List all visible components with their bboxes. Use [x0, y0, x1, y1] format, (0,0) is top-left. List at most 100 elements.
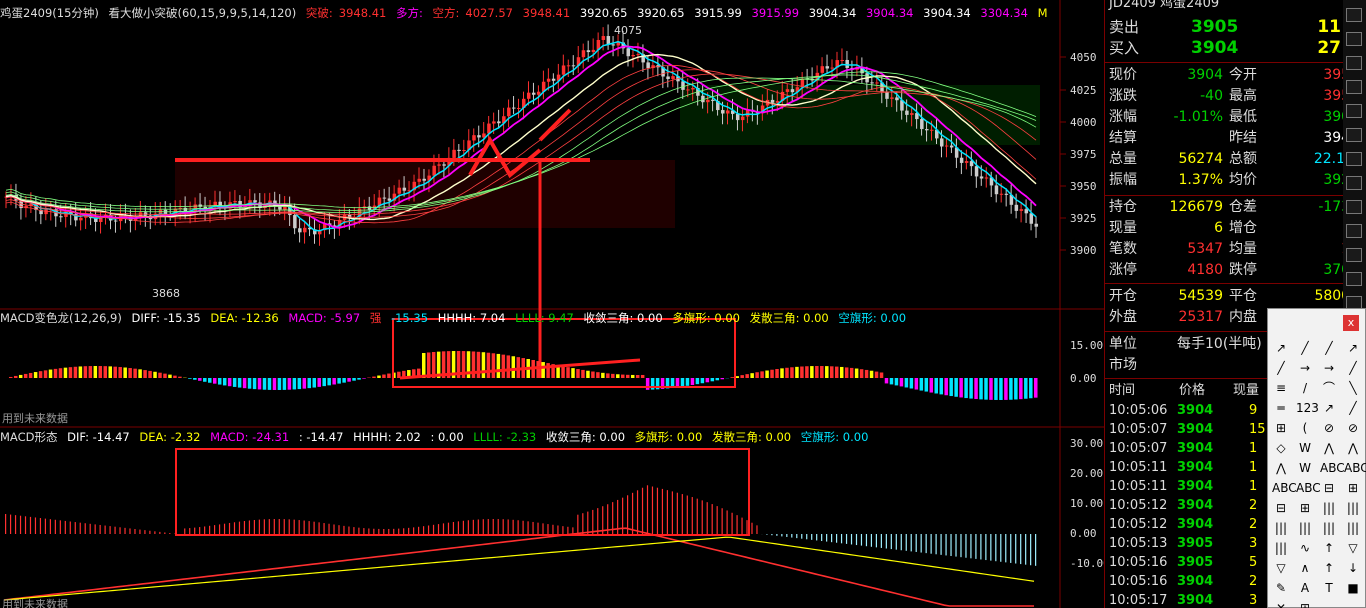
quote-label: 现价 — [1109, 67, 1137, 83]
macd2-bar — [104, 525, 106, 534]
side-tool-icon[interactable] — [1346, 80, 1362, 94]
drawing-tool-icon[interactable]: ⋀ — [1272, 459, 1290, 477]
drawing-tool-icon[interactable]: → — [1320, 359, 1338, 377]
tick-qty: 1 — [1249, 460, 1258, 475]
drawing-tool-icon[interactable]: ||| — [1320, 519, 1338, 537]
macd2-bar — [587, 511, 589, 534]
side-tool-icon[interactable] — [1346, 200, 1362, 214]
drawing-tool-icon[interactable]: ||| — [1272, 519, 1290, 537]
drawing-tool-icon[interactable]: ↑ — [1320, 559, 1338, 577]
y-tick: 3975 — [1070, 148, 1097, 161]
side-tool-icon[interactable] — [1346, 272, 1362, 286]
drawing-tool-icon[interactable]: ⊞ — [1272, 419, 1290, 437]
drawing-tool-icon[interactable]: ⊟ — [1272, 499, 1290, 517]
drawing-tool-icon[interactable]: ||| — [1320, 499, 1338, 517]
drawing-tool-icon[interactable]: ╱ — [1296, 339, 1314, 357]
drawing-tool-icon[interactable]: ⋀ — [1344, 439, 1362, 457]
macd2-bar — [900, 534, 902, 551]
drawing-tool-icon[interactable]: ⊞ — [1296, 599, 1314, 608]
macd1-bar — [193, 378, 197, 380]
macd2-bar — [149, 530, 151, 534]
drawing-tool-icon[interactable]: ⊘ — [1320, 419, 1338, 437]
drawing-tool-icon[interactable]: 123 — [1296, 399, 1319, 417]
macd2-bar — [492, 519, 494, 534]
drawing-tool-icon[interactable]: ↓ — [1344, 559, 1362, 577]
side-tool-icon[interactable] — [1346, 104, 1362, 118]
macd1-bar — [153, 371, 157, 378]
drawing-tool-icon[interactable]: ▽ — [1344, 539, 1362, 557]
drawing-tool-icon[interactable]: ABC — [1320, 459, 1345, 477]
drawing-tool-icon[interactable]: ABC — [1296, 479, 1321, 497]
drawing-tool-icon[interactable]: ↑ — [1320, 539, 1338, 557]
drawing-tool-icon[interactable]: ↗ — [1344, 339, 1362, 357]
drawing-tool-icon[interactable]: ∿ — [1296, 539, 1314, 557]
side-tool-icon[interactable] — [1346, 152, 1362, 166]
macd2-bar — [472, 519, 474, 534]
drawing-tool-icon[interactable]: ||| — [1296, 519, 1314, 537]
side-tool-icon[interactable] — [1346, 224, 1362, 238]
side-tool-icon[interactable] — [1346, 248, 1362, 262]
drawing-tool-icon[interactable]: ╱ — [1272, 359, 1290, 377]
macd2-bar — [1005, 534, 1007, 563]
side-tool-icon[interactable] — [1346, 32, 1362, 46]
drawing-tool-icon[interactable]: ◇ — [1272, 439, 1290, 457]
drawing-tool-icon[interactable]: ╲ — [1344, 379, 1362, 397]
quote-label-2: 总额 — [1229, 151, 1257, 167]
side-tool-icon[interactable] — [1346, 176, 1362, 190]
drawing-tool-icon[interactable]: ⊞ — [1344, 479, 1362, 497]
kline-chart-svg[interactable] — [0, 0, 1104, 608]
close-icon[interactable]: x — [1343, 315, 1359, 331]
drawing-tool-icon[interactable]: ↗ — [1272, 339, 1290, 357]
drawing-tool-icon[interactable]: ||| — [1344, 499, 1362, 517]
macd2-bar — [9, 514, 12, 534]
drawing-tool-icon[interactable]: W — [1296, 459, 1314, 477]
side-tool-icon[interactable] — [1346, 8, 1362, 22]
drawing-tool-icon[interactable]: ( — [1296, 419, 1314, 437]
drawing-tool-icon[interactable]: / — [1296, 379, 1314, 397]
candle-body — [1029, 213, 1034, 224]
macd1-bar — [212, 378, 217, 384]
drawing-tool-icon[interactable]: ⊞ — [1296, 499, 1314, 517]
drawing-tool-icon[interactable]: ⋀ — [1320, 439, 1338, 457]
drawing-tool-icon[interactable]: ABC — [1344, 459, 1366, 477]
drawing-tool-icon[interactable]: ||| — [1272, 539, 1290, 557]
candle-body — [999, 193, 1004, 195]
drawing-tool-icon[interactable]: ╱ — [1344, 359, 1362, 377]
drawing-tool-icon[interactable]: ⊘ — [1344, 419, 1362, 437]
candle-body — [949, 145, 954, 148]
tick-time: 10:05:12 — [1109, 517, 1168, 532]
candle-body — [636, 54, 640, 56]
drawing-tool-icon[interactable]: ✎ — [1272, 579, 1290, 597]
drawing-tool-icon[interactable]: ≡ — [1272, 379, 1290, 397]
drawing-tool-icon[interactable]: ||| — [1344, 519, 1362, 537]
macd1-bar — [815, 366, 819, 378]
drawing-tool-icon[interactable]: ╱ — [1344, 399, 1362, 417]
side-tool-icon[interactable] — [1346, 56, 1362, 70]
drawing-tool-icon[interactable]: → — [1296, 359, 1314, 377]
macd1-bar — [73, 366, 78, 378]
drawing-tool-icon[interactable]: A — [1296, 579, 1314, 597]
macd2-llll: LLLL: -2.33 — [473, 430, 537, 444]
drawing-tool-icon[interactable]: ∧ — [1296, 559, 1314, 577]
drawing-tool-icon[interactable]: ABC — [1272, 479, 1297, 497]
macd1-bar — [222, 378, 227, 386]
drawing-tool-icon[interactable]: ▽ — [1272, 559, 1290, 577]
drawing-tool-icon[interactable]: ↗ — [1320, 399, 1338, 417]
drawing-tool-icon[interactable]: ═ — [1272, 399, 1290, 417]
macd2-bar — [955, 534, 957, 557]
drawing-tool-icon[interactable]: ⌒ — [1320, 379, 1338, 397]
macd2-bar — [542, 523, 544, 534]
macd2-bar — [124, 527, 126, 534]
drawing-tool-icon[interactable]: ■ — [1344, 579, 1362, 597]
macd2-bar — [960, 534, 962, 558]
drawing-tool-icon[interactable]: W — [1296, 439, 1314, 457]
sell-row[interactable]: 卖出 3905 11 — [1105, 16, 1366, 38]
drawing-tool-icon[interactable]: ⊟ — [1320, 479, 1338, 497]
macd2-bar — [263, 519, 265, 534]
drawing-tool-icon[interactable]: ✕ — [1272, 599, 1290, 608]
buy-row[interactable]: 买入 3904 27 — [1105, 37, 1366, 59]
drawing-tool-icon[interactable]: T — [1320, 579, 1338, 597]
drawing-tool-icon[interactable]: ╱ — [1320, 339, 1338, 357]
chart-area[interactable]: 鸡蛋2409(15分钟) 看大做小突破(60,15,9,9,5,14,120) … — [0, 0, 1110, 608]
side-tool-icon[interactable] — [1346, 128, 1362, 142]
